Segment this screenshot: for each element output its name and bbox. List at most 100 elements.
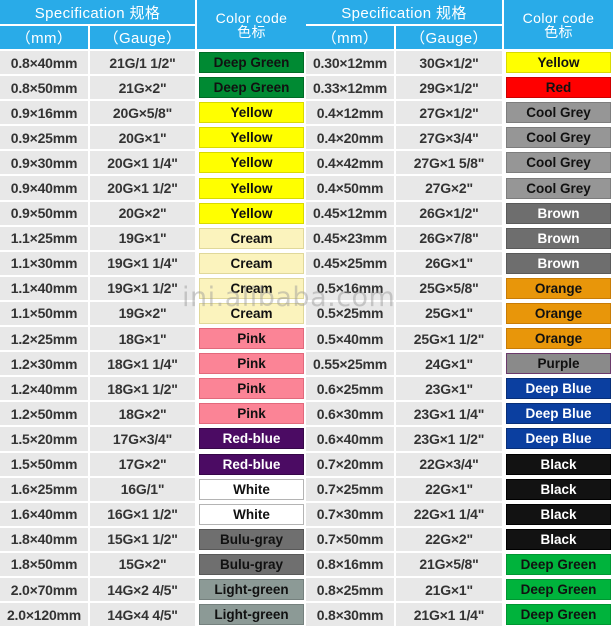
cell-spec-gauge: 25G×5/8" — [396, 276, 504, 302]
color-swatch: Black — [506, 478, 611, 500]
table-row: 0.55×25mm 24G×1" Purple — [306, 352, 613, 378]
table-row: 0.45×23mm 26G×7/8" Brown — [306, 226, 613, 252]
cell-spec-gauge: 30G×1/2" — [396, 51, 504, 77]
color-swatch: Brown — [506, 227, 611, 249]
cell-spec-mm: 0.6×25mm — [306, 377, 396, 403]
cell-spec-mm: 2.0×70mm — [0, 577, 90, 604]
cell-color-code: Bulu-gray — [197, 527, 306, 553]
table-row: 0.8×25mm 21G×1" Deep Green — [306, 577, 613, 604]
header-color-code-cn: 色标 — [237, 23, 266, 40]
cell-spec-mm: 1.2×50mm — [0, 402, 90, 428]
cell-color-code: Deep Blue — [504, 377, 613, 403]
table-row: 1.1×25mm 19G×1" Cream — [0, 226, 306, 252]
cell-color-code: Deep Blue — [504, 402, 613, 428]
cell-spec-gauge: 25G×1 1/2" — [396, 327, 504, 353]
cell-color-code: White — [197, 477, 306, 503]
color-swatch: Pink — [199, 353, 304, 375]
cell-color-code: Cream — [197, 276, 306, 302]
cell-spec-mm: 0.7×50mm — [306, 527, 396, 553]
cell-color-code: Deep Green — [197, 51, 306, 77]
table-row: 0.7×25mm 22G×1" Black — [306, 477, 613, 503]
cell-spec-gauge: 20G×2" — [90, 201, 197, 227]
color-swatch: Yellow — [506, 52, 611, 74]
color-swatch: Yellow — [199, 177, 304, 199]
color-swatch: Brown — [506, 252, 611, 274]
cell-spec-mm: 0.4×42mm — [306, 151, 396, 177]
cell-spec-gauge: 26G×7/8" — [396, 226, 504, 252]
color-swatch: Bulu-gray — [199, 528, 304, 550]
cell-color-code: Brown — [504, 251, 613, 277]
cell-spec-mm: 1.2×25mm — [0, 327, 90, 353]
cell-spec-mm: 0.8×40mm — [0, 51, 90, 77]
color-swatch: Red-blue — [199, 428, 304, 450]
right-table-body: 0.30×12mm 30G×1/2" Yellow 0.33×12mm 29G×1/2"… — [306, 51, 613, 628]
cell-color-code: Deep Green — [504, 552, 613, 578]
cell-spec-gauge: 18G×1 1/4" — [90, 352, 197, 378]
cell-spec-mm: 0.6×40mm — [306, 427, 396, 453]
cell-spec-mm: 0.33×12mm — [306, 76, 396, 102]
table-row: 2.0×70mm 14G×2 4/5" Light-green — [0, 577, 306, 604]
cell-spec-gauge: 19G×2" — [90, 301, 197, 328]
color-swatch: Black — [506, 503, 611, 525]
table-row: 0.9×50mm 20G×2" Yellow — [0, 201, 306, 227]
header-gauge: （Gauge） — [90, 26, 197, 51]
color-swatch: Cream — [199, 277, 304, 299]
cell-spec-gauge: 16G×1 1/2" — [90, 502, 197, 528]
table-row: 0.9×30mm 20G×1 1/4" Yellow — [0, 151, 306, 177]
color-swatch: Purple — [506, 353, 611, 375]
cell-color-code: Cream — [197, 301, 306, 328]
cell-spec-mm: 0.7×30mm — [306, 502, 396, 528]
cell-spec-mm: 0.6×30mm — [306, 402, 396, 428]
cell-spec-gauge: 22G×3/4" — [396, 452, 504, 478]
table-row: 1.2×25mm 18G×1" Pink — [0, 327, 306, 353]
cell-color-code: Red-blue — [197, 427, 306, 453]
color-swatch: Deep Green — [506, 604, 611, 626]
header-mm: （mm） — [306, 26, 396, 51]
cell-spec-mm: 0.8×30mm — [306, 603, 396, 628]
header-mm: （mm） — [0, 26, 90, 51]
cell-spec-gauge: 17G×3/4" — [90, 427, 197, 453]
cell-spec-mm: 1.8×40mm — [0, 527, 90, 553]
cell-spec-mm: 0.4×20mm — [306, 126, 396, 152]
table-row: 1.2×30mm 18G×1 1/4" Pink — [0, 352, 306, 378]
cell-color-code: Yellow — [197, 101, 306, 127]
cell-color-code: Black — [504, 527, 613, 553]
cell-spec-gauge: 22G×2" — [396, 527, 504, 553]
cell-spec-mm: 0.4×50mm — [306, 176, 396, 202]
cell-color-code: White — [197, 502, 306, 528]
cell-spec-mm: 0.9×40mm — [0, 176, 90, 202]
table-row: 0.4×50mm 27G×2" Cool Grey — [306, 176, 613, 202]
cell-spec-mm: 0.45×12mm — [306, 201, 396, 227]
table-row: 0.5×25mm 25G×1" Orange — [306, 301, 613, 328]
cell-spec-gauge: 20G×1 1/2" — [90, 176, 197, 202]
table-row: 0.9×40mm 20G×1 1/2" Yellow — [0, 176, 306, 202]
header-specification: Specification 规格 — [306, 0, 504, 26]
left-header-units-row: （mm） （Gauge） — [0, 26, 197, 51]
color-swatch: Cool Grey — [506, 152, 611, 174]
cell-color-code: Cool Grey — [504, 126, 613, 152]
left-table-body: 0.8×40mm 21G/1 1/2" Deep Green 0.8×50mm 21G×… — [0, 51, 306, 628]
cell-spec-gauge: 27G×2" — [396, 176, 504, 202]
cell-spec-gauge: 21G×5/8" — [396, 552, 504, 578]
color-swatch: White — [199, 503, 304, 525]
table-row: 0.5×16mm 25G×5/8" Orange — [306, 276, 613, 302]
cell-color-code: Red — [504, 76, 613, 102]
table-row: 0.9×25mm 20G×1" Yellow — [0, 126, 306, 152]
color-swatch: Light-green — [199, 579, 304, 601]
cell-spec-gauge: 19G×1 1/2" — [90, 276, 197, 302]
table-row: 1.5×20mm 17G×3/4" Red-blue — [0, 427, 306, 453]
cell-color-code: Orange — [504, 301, 613, 328]
right-header-spec-row: Specification 规格 — [306, 0, 504, 26]
table-row: 0.7×50mm 22G×2" Black — [306, 527, 613, 553]
table-row: 1.1×30mm 19G×1 1/4" Cream — [0, 251, 306, 277]
cell-spec-gauge: 21G×1 1/4" — [396, 603, 504, 628]
cell-spec-gauge: 18G×1 1/2" — [90, 377, 197, 403]
color-swatch: Deep Blue — [506, 403, 611, 425]
color-swatch: Light-green — [199, 604, 304, 626]
cell-spec-mm: 1.1×25mm — [0, 226, 90, 252]
table-row: 1.1×50mm 19G×2" Cream — [0, 301, 306, 328]
color-swatch: Bulu-gray — [199, 553, 304, 575]
cell-color-code: Cool Grey — [504, 176, 613, 202]
table-row: 0.4×20mm 27G×3/4" Cool Grey — [306, 126, 613, 152]
color-swatch: Black — [506, 453, 611, 475]
